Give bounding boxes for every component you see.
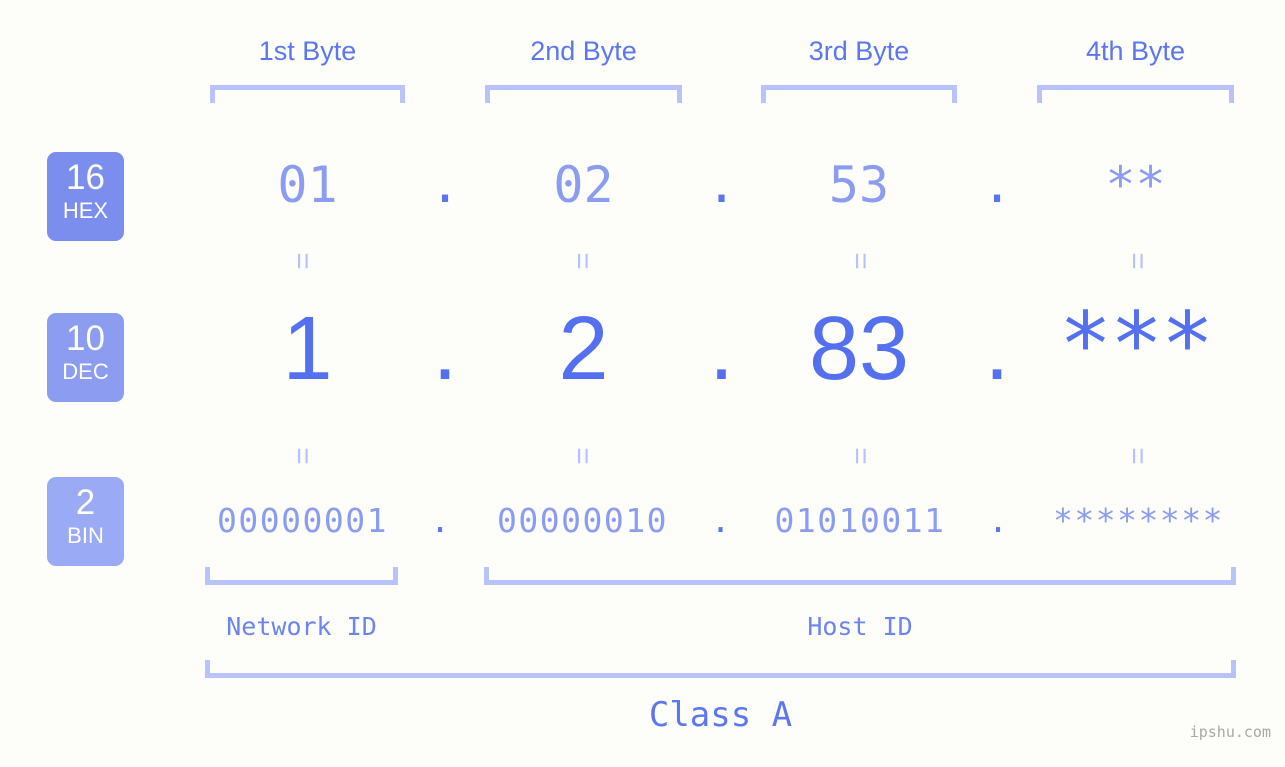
radix-badge-hex-name: HEX: [62, 198, 109, 223]
dec-separator-1: .: [432, 299, 458, 399]
dec-byte-4: ***: [1059, 293, 1214, 396]
radix-badge-dec-name: DEC: [62, 359, 109, 384]
byte-header-4: 4th Byte: [1085, 36, 1186, 66]
hex-byte-4: **: [1105, 156, 1166, 214]
class-label: Class A: [648, 695, 793, 735]
host-id-bracket: [484, 567, 1236, 585]
radix-badge-dec: 10 DEC: [47, 313, 124, 402]
dec-separator-2: .: [708, 299, 734, 399]
bin-byte-2: 00000010: [497, 501, 668, 540]
bin-separator-3: .: [988, 501, 1008, 540]
byte-header-2: 2nd Byte: [530, 36, 637, 66]
ip-address-breakdown-diagram: 1st Byte 2nd Byte 3rd Byte 4th Byte 16 H…: [0, 0, 1285, 767]
equals-mark-2-3: =: [844, 447, 877, 465]
radix-badge-bin-number: 2: [75, 483, 96, 522]
dec-separator-3: .: [984, 299, 1010, 399]
dec-byte-3: 83: [808, 299, 910, 399]
radix-badge-bin: 2 BIN: [47, 477, 124, 566]
radix-badge-hex: 16 HEX: [47, 152, 124, 241]
bin-byte-4: ********: [1053, 501, 1224, 540]
hex-separator-3: .: [981, 156, 1013, 214]
hex-separator-2: .: [706, 156, 737, 214]
network-id-bracket: [205, 567, 398, 585]
byte-header-1: 1st Byte: [258, 36, 357, 66]
byte-bracket-3: [761, 85, 957, 103]
dec-byte-1: 1: [282, 299, 333, 399]
class-bracket: [205, 660, 1236, 678]
byte-header-3: 3rd Byte: [808, 36, 910, 66]
byte-bracket-4: [1037, 85, 1234, 103]
equals-mark-1-1: =: [286, 252, 319, 270]
hex-separator-1: .: [429, 156, 461, 214]
byte-bracket-1: [210, 85, 405, 103]
bin-byte-3: 01010011: [774, 501, 946, 540]
bin-byte-1: 00000001: [217, 501, 388, 540]
byte-bracket-2: [485, 85, 682, 103]
bin-separator-2: .: [710, 501, 731, 540]
hex-byte-1: 01: [277, 156, 338, 214]
network-id-label: Network ID: [226, 612, 377, 641]
equals-mark-1-4: =: [1121, 252, 1154, 270]
equals-mark-1-2: =: [566, 252, 599, 270]
equals-mark-2-2: =: [566, 447, 599, 465]
equals-mark-2-4: =: [1121, 447, 1154, 465]
radix-badge-bin-name: BIN: [67, 523, 104, 548]
bin-separator-1: .: [430, 501, 450, 540]
equals-mark-2-1: =: [286, 447, 319, 465]
radix-badge-hex-number: 16: [66, 158, 105, 197]
equals-mark-1-3: =: [844, 252, 877, 270]
hex-byte-2: 02: [553, 156, 614, 214]
watermark: ipshu.com: [1189, 723, 1271, 741]
host-id-label: Host ID: [807, 612, 913, 641]
dec-byte-2: 2: [558, 299, 609, 399]
hex-byte-3: 53: [828, 156, 890, 214]
radix-badge-dec-number: 10: [66, 319, 105, 358]
